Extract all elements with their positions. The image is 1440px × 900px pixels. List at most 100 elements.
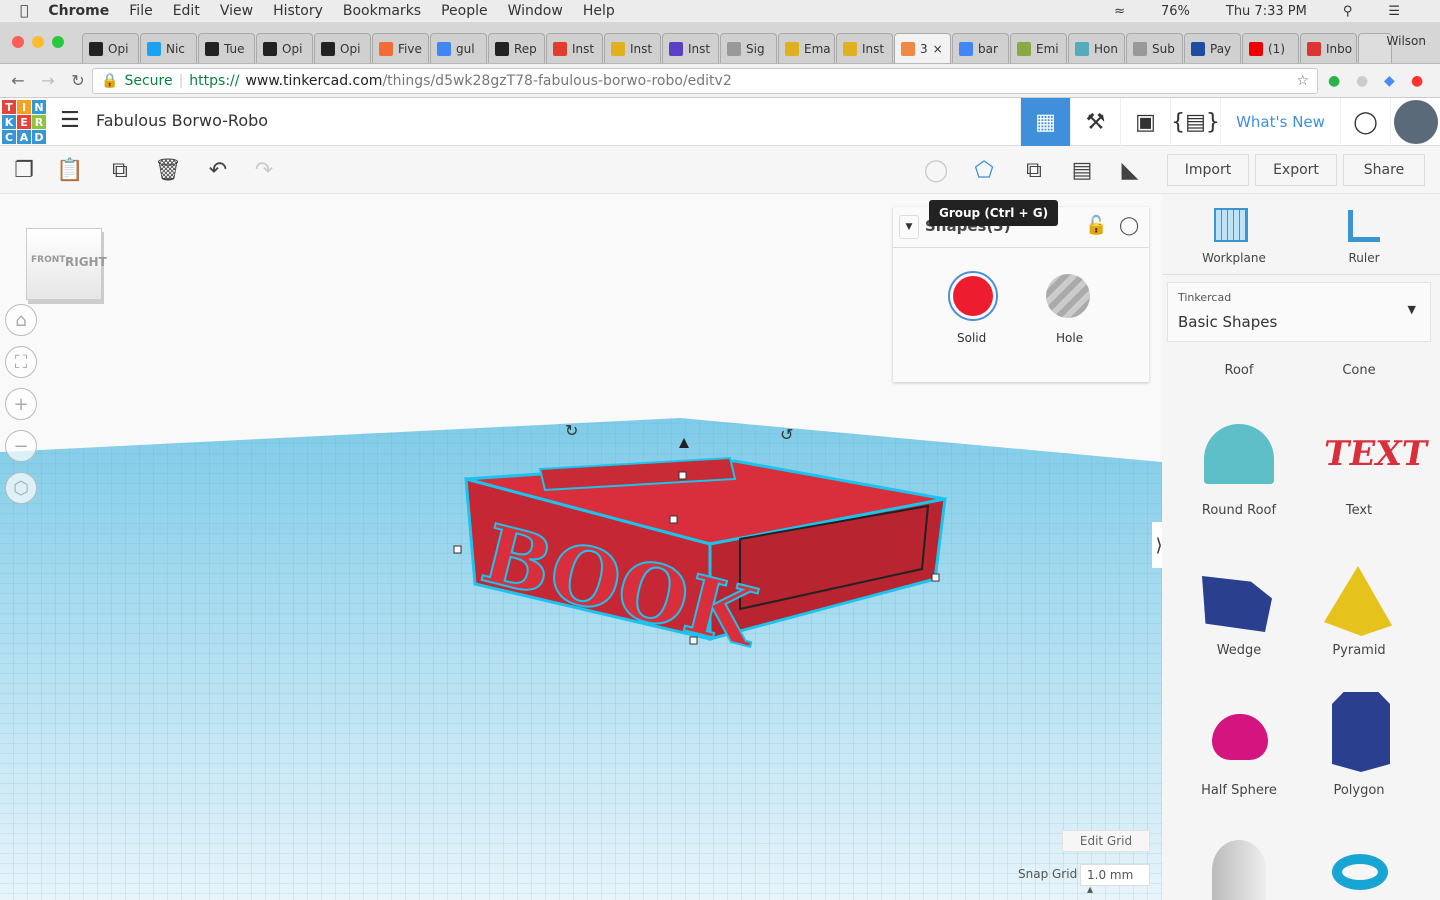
shape-cone[interactable]: Cone (1299, 363, 1419, 378)
redo-icon[interactable]: ↷ (240, 146, 288, 194)
pyramid-icon[interactable] (1324, 566, 1392, 636)
view-cube[interactable]: FRONT RIGHT (26, 228, 107, 300)
home-view-button[interactable]: ⌂ (5, 304, 37, 336)
profile-name[interactable]: Wilson (1387, 34, 1426, 48)
clock[interactable]: Thu 7:33 PM (1226, 4, 1307, 19)
close-tab-icon[interactable]: × (933, 42, 943, 56)
battery-status[interactable]: 76% (1161, 4, 1190, 19)
search-icon[interactable]: ⚲ (1343, 4, 1353, 19)
3d-view-grid-icon[interactable]: ▦ (1020, 98, 1070, 146)
ungroup-icon[interactable]: ⧉ (1010, 146, 1058, 194)
forward-icon[interactable]: → (36, 71, 60, 90)
menu-bookmarks[interactable]: Bookmarks (343, 3, 421, 19)
browser-tab[interactable]: Opi (314, 33, 371, 63)
browser-tab[interactable]: gul (430, 33, 487, 63)
browser-tab[interactable]: Emi (1010, 33, 1067, 63)
collapse-sidebar-button[interactable]: ⟩ (1152, 522, 1162, 568)
shape-half-sphere[interactable]: Half Sphere (1179, 783, 1299, 798)
edit-grid-button[interactable]: Edit Grid (1062, 830, 1150, 852)
snap-grid-select[interactable]: 1.0 mm ▴ (1080, 864, 1150, 896)
shape-round-roof[interactable]: Round Roof (1179, 503, 1299, 518)
browser-tab[interactable]: Inst (546, 33, 603, 63)
browser-tab[interactable]: Inst (662, 33, 719, 63)
hole-button[interactable] (1046, 274, 1090, 318)
half-sphere-icon[interactable] (1212, 714, 1268, 760)
browser-tab[interactable]: 3 × (894, 33, 951, 63)
menu-history[interactable]: History (273, 3, 323, 19)
zoom-in-button[interactable]: + (5, 388, 37, 420)
wifi-icon[interactable]: ≈ (1114, 4, 1125, 19)
undo-icon[interactable]: ↶ (194, 146, 242, 194)
view-cube-right[interactable]: RIGHT (65, 255, 107, 269)
ruler-button[interactable]: Ruler (1304, 251, 1424, 265)
paste-icon[interactable]: 📋 (46, 146, 94, 194)
resize-handle[interactable] (453, 545, 462, 554)
delete-icon[interactable]: 🗑 (144, 146, 192, 194)
close-window-button[interactable] (12, 36, 24, 48)
shape-pyramid[interactable]: Pyramid (1299, 643, 1419, 658)
reload-icon[interactable]: ↻ (66, 71, 90, 90)
browser-tab[interactable]: bar (952, 33, 1009, 63)
browser-tab[interactable]: Inbo (1300, 33, 1357, 63)
workplane-icon[interactable] (1214, 208, 1248, 242)
menu-people[interactable]: People (441, 3, 488, 19)
browser-tab[interactable]: Pay (1184, 33, 1241, 63)
bookmark-star-icon[interactable]: ☆ (1296, 73, 1309, 89)
fit-view-button[interactable]: ⛶ (5, 346, 37, 378)
whats-new-link[interactable]: What's New (1220, 98, 1340, 146)
align-icon[interactable]: ▤ (1058, 146, 1106, 194)
resize-handle[interactable] (678, 471, 687, 480)
workplane-button[interactable]: Workplane (1174, 251, 1294, 265)
solid-button[interactable] (948, 271, 998, 321)
add-user-icon[interactable]: ◯ (1340, 98, 1390, 146)
menu-view[interactable]: View (220, 3, 253, 19)
tinkercad-logo[interactable]: TIN KER CAD (2, 100, 46, 144)
browser-tab[interactable]: Nic (140, 33, 197, 63)
bricks-icon[interactable]: ▣ (1120, 98, 1170, 146)
maximize-window-button[interactable] (52, 36, 64, 48)
shape-roof[interactable]: Roof (1179, 363, 1299, 378)
apple-icon[interactable]:  (20, 3, 28, 19)
browser-tab[interactable]: Hon (1068, 33, 1125, 63)
torus-icon[interactable] (1332, 854, 1388, 890)
shape-wedge[interactable]: Wedge (1179, 643, 1299, 658)
polygon-icon[interactable] (1332, 692, 1390, 772)
unlock-icon[interactable]: 🔓 (1085, 215, 1107, 236)
view-cube-front[interactable]: FRONT (31, 255, 65, 265)
rotate-handle-icon[interactable]: ↻ (565, 421, 578, 440)
minimize-window-button[interactable] (32, 36, 44, 48)
menu-help[interactable]: Help (583, 3, 615, 19)
lightbulb-icon[interactable]: ◯ (1119, 215, 1139, 236)
browser-tab[interactable]: Sig (720, 33, 777, 63)
avatar[interactable] (1390, 98, 1440, 146)
shape-library-select[interactable]: Tinkercad Basic Shapes ▼ (1167, 282, 1431, 342)
share-button[interactable]: Share (1343, 154, 1425, 186)
resize-handle[interactable] (669, 515, 678, 524)
ruler-icon[interactable] (1348, 210, 1380, 242)
menu-app[interactable]: Chrome (48, 3, 109, 19)
zoom-out-button[interactable]: − (5, 430, 37, 462)
design-list-icon[interactable]: ☰ (60, 108, 80, 133)
pickaxe-icon[interactable]: ⚒ (1070, 98, 1120, 146)
round-roof-icon[interactable] (1204, 424, 1274, 484)
perspective-button[interactable]: ⬡ (5, 472, 37, 504)
menu-file[interactable]: File (129, 3, 152, 19)
menu-list-icon[interactable]: ☰ (1388, 4, 1400, 19)
menu-window[interactable]: Window (508, 3, 563, 19)
text-shape-icon[interactable]: TEXT (1320, 434, 1430, 474)
resize-handle[interactable] (689, 636, 698, 645)
design-title[interactable]: Fabulous Borwo-Robo (96, 111, 268, 130)
browser-tab[interactable]: Tue (198, 33, 255, 63)
group-icon[interactable]: ⬠ (960, 146, 1008, 194)
lightbulb-icon[interactable]: ◯ (912, 146, 960, 194)
shape-text[interactable]: Text (1299, 503, 1419, 518)
codeblocks-icon[interactable]: {▤} (1170, 98, 1220, 146)
menu-edit[interactable]: Edit (173, 3, 200, 19)
browser-tab[interactable]: Opi (82, 33, 139, 63)
url-input[interactable]: 🔒 Secure | https:// www.tinkercad.com /t… (92, 67, 1318, 94)
extension-icon[interactable]: ◆ (1384, 73, 1395, 89)
browser-tab[interactable]: Ema (778, 33, 835, 63)
browser-tab[interactable]: Rep (488, 33, 545, 63)
import-button[interactable]: Import (1167, 154, 1249, 186)
extension-icon[interactable]: ● (1411, 73, 1423, 89)
